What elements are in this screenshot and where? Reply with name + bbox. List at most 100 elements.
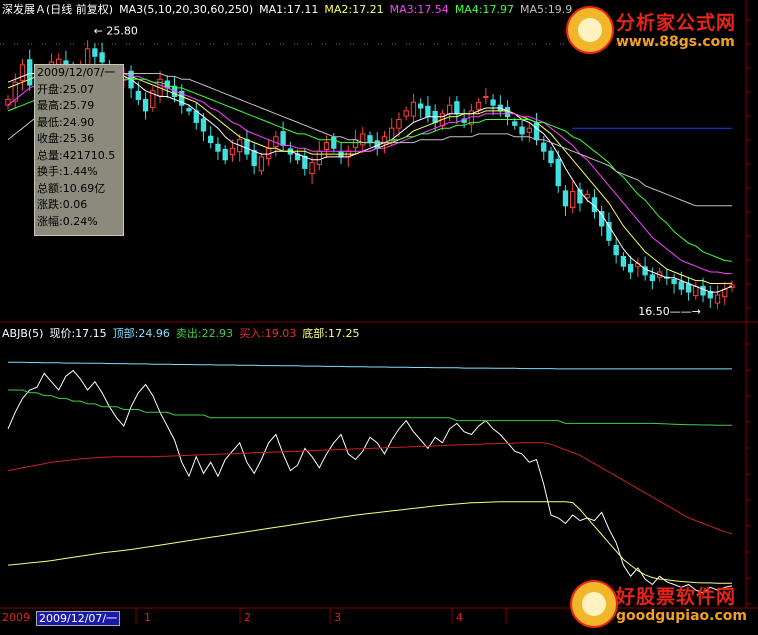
candle-body — [323, 142, 330, 150]
candle-body — [475, 101, 482, 110]
candle — [714, 284, 721, 309]
indicator-name: ABJB(5) — [2, 327, 44, 340]
candle-body — [454, 101, 460, 115]
candle-body — [99, 52, 105, 63]
candle-body — [548, 150, 554, 164]
candle — [418, 98, 424, 119]
candle-body — [208, 135, 214, 144]
cursor-date-label: 2009/12/07/一 — [36, 611, 121, 626]
candle-body — [613, 245, 619, 256]
candle — [360, 126, 366, 154]
candle-body — [135, 90, 141, 100]
info-high: 最高:25.79 — [37, 99, 95, 112]
candle — [258, 152, 265, 176]
info-close: 收盘:25.36 — [37, 132, 95, 145]
ma1-value: MA1:17.11 — [259, 3, 319, 16]
info-date: 2009/12/07/一 — [37, 66, 116, 79]
annotation-markers: ← 25.80 16.50——→ — [94, 24, 701, 318]
candle-body — [316, 150, 322, 165]
candle — [685, 276, 692, 301]
candle — [237, 133, 243, 162]
indicator-sell: 卖出:22.93 — [175, 327, 234, 340]
candle-body — [490, 99, 496, 106]
candle-body — [722, 288, 728, 298]
candle — [693, 282, 699, 300]
candle — [504, 100, 511, 126]
low-price-label: 16.50——→ — [638, 305, 701, 318]
candle — [208, 126, 214, 149]
indicator-header: ABJB(5) 现价:17.15 顶部:24.96 卖出:22.93 买入:19.03 底… — [2, 327, 365, 340]
candle — [483, 87, 489, 105]
ma3-value: MA3:17.54 — [389, 3, 449, 16]
indicator-bottom: 底部:17.25 — [302, 327, 360, 340]
candle — [526, 122, 532, 143]
candle — [265, 139, 272, 166]
info-volume: 总量:421710.5 — [37, 148, 116, 162]
candle — [215, 137, 221, 160]
candle-body — [504, 106, 511, 118]
high-price-label: ← 25.80 — [94, 24, 138, 37]
candle-body — [309, 162, 315, 175]
candle — [613, 238, 619, 264]
candle — [410, 93, 417, 124]
candle — [403, 106, 409, 121]
candle-body — [425, 105, 431, 118]
ma4-value: MA4:17.97 — [454, 3, 515, 16]
candle-body — [685, 283, 692, 293]
candle-body — [541, 142, 547, 152]
axis-month-2: 2 — [244, 611, 251, 624]
candle-body — [620, 255, 627, 267]
indicator-top: 顶部:24.96 — [112, 327, 170, 340]
candle-body — [700, 285, 706, 296]
candle-body — [258, 156, 265, 172]
stock-title: 深发展Ａ(日线 前复权) — [2, 3, 114, 16]
candle-body — [526, 127, 532, 133]
candle-body — [360, 133, 366, 146]
candle — [519, 118, 525, 142]
ma-params: MA3(5,10,20,30,60,250) — [119, 3, 254, 16]
candle — [620, 252, 627, 271]
candle — [150, 86, 156, 112]
candle — [273, 131, 279, 157]
info-low: 最低:24.90 — [37, 115, 95, 129]
candle-body — [215, 143, 221, 152]
candle — [548, 146, 554, 167]
candle-body — [678, 281, 684, 290]
candle-body — [19, 64, 26, 81]
candle-body — [367, 135, 373, 144]
candle-body — [186, 108, 192, 112]
candle-body — [396, 119, 402, 129]
watermark-top-title: 分析家公式网 — [616, 12, 737, 34]
candle-body — [222, 148, 228, 161]
candle-body — [693, 285, 699, 297]
candle — [468, 103, 475, 133]
indicator-line-2 — [8, 389, 732, 426]
axis-month-4: 4 — [456, 611, 463, 624]
candle — [570, 181, 576, 214]
indicator-line-4 — [7, 501, 732, 584]
candle — [425, 96, 431, 123]
candle-body — [244, 139, 250, 155]
candle — [193, 102, 199, 130]
candle-body — [483, 96, 489, 99]
candle — [635, 257, 641, 277]
indicator-now: 现价:17.15 — [49, 327, 107, 340]
ma5-value: MA5:19.9 — [520, 3, 573, 16]
candle-body — [562, 190, 569, 207]
candle — [5, 95, 11, 110]
candle-body — [649, 274, 656, 282]
candle — [374, 132, 380, 156]
candle-body — [512, 121, 518, 126]
watermark-bottom-title: 好股票软件网 — [616, 586, 737, 608]
candle-body — [229, 147, 236, 156]
indicator-line-3 — [7, 442, 733, 535]
candle-body — [200, 118, 207, 132]
candle-body — [352, 139, 359, 149]
candle-body — [671, 278, 677, 284]
candle — [128, 65, 134, 98]
candle-body — [331, 136, 337, 149]
candle — [316, 141, 322, 171]
indicator-lines — [7, 361, 733, 594]
info-change: 涨跌:0.06 — [37, 198, 88, 211]
candle — [222, 145, 228, 165]
